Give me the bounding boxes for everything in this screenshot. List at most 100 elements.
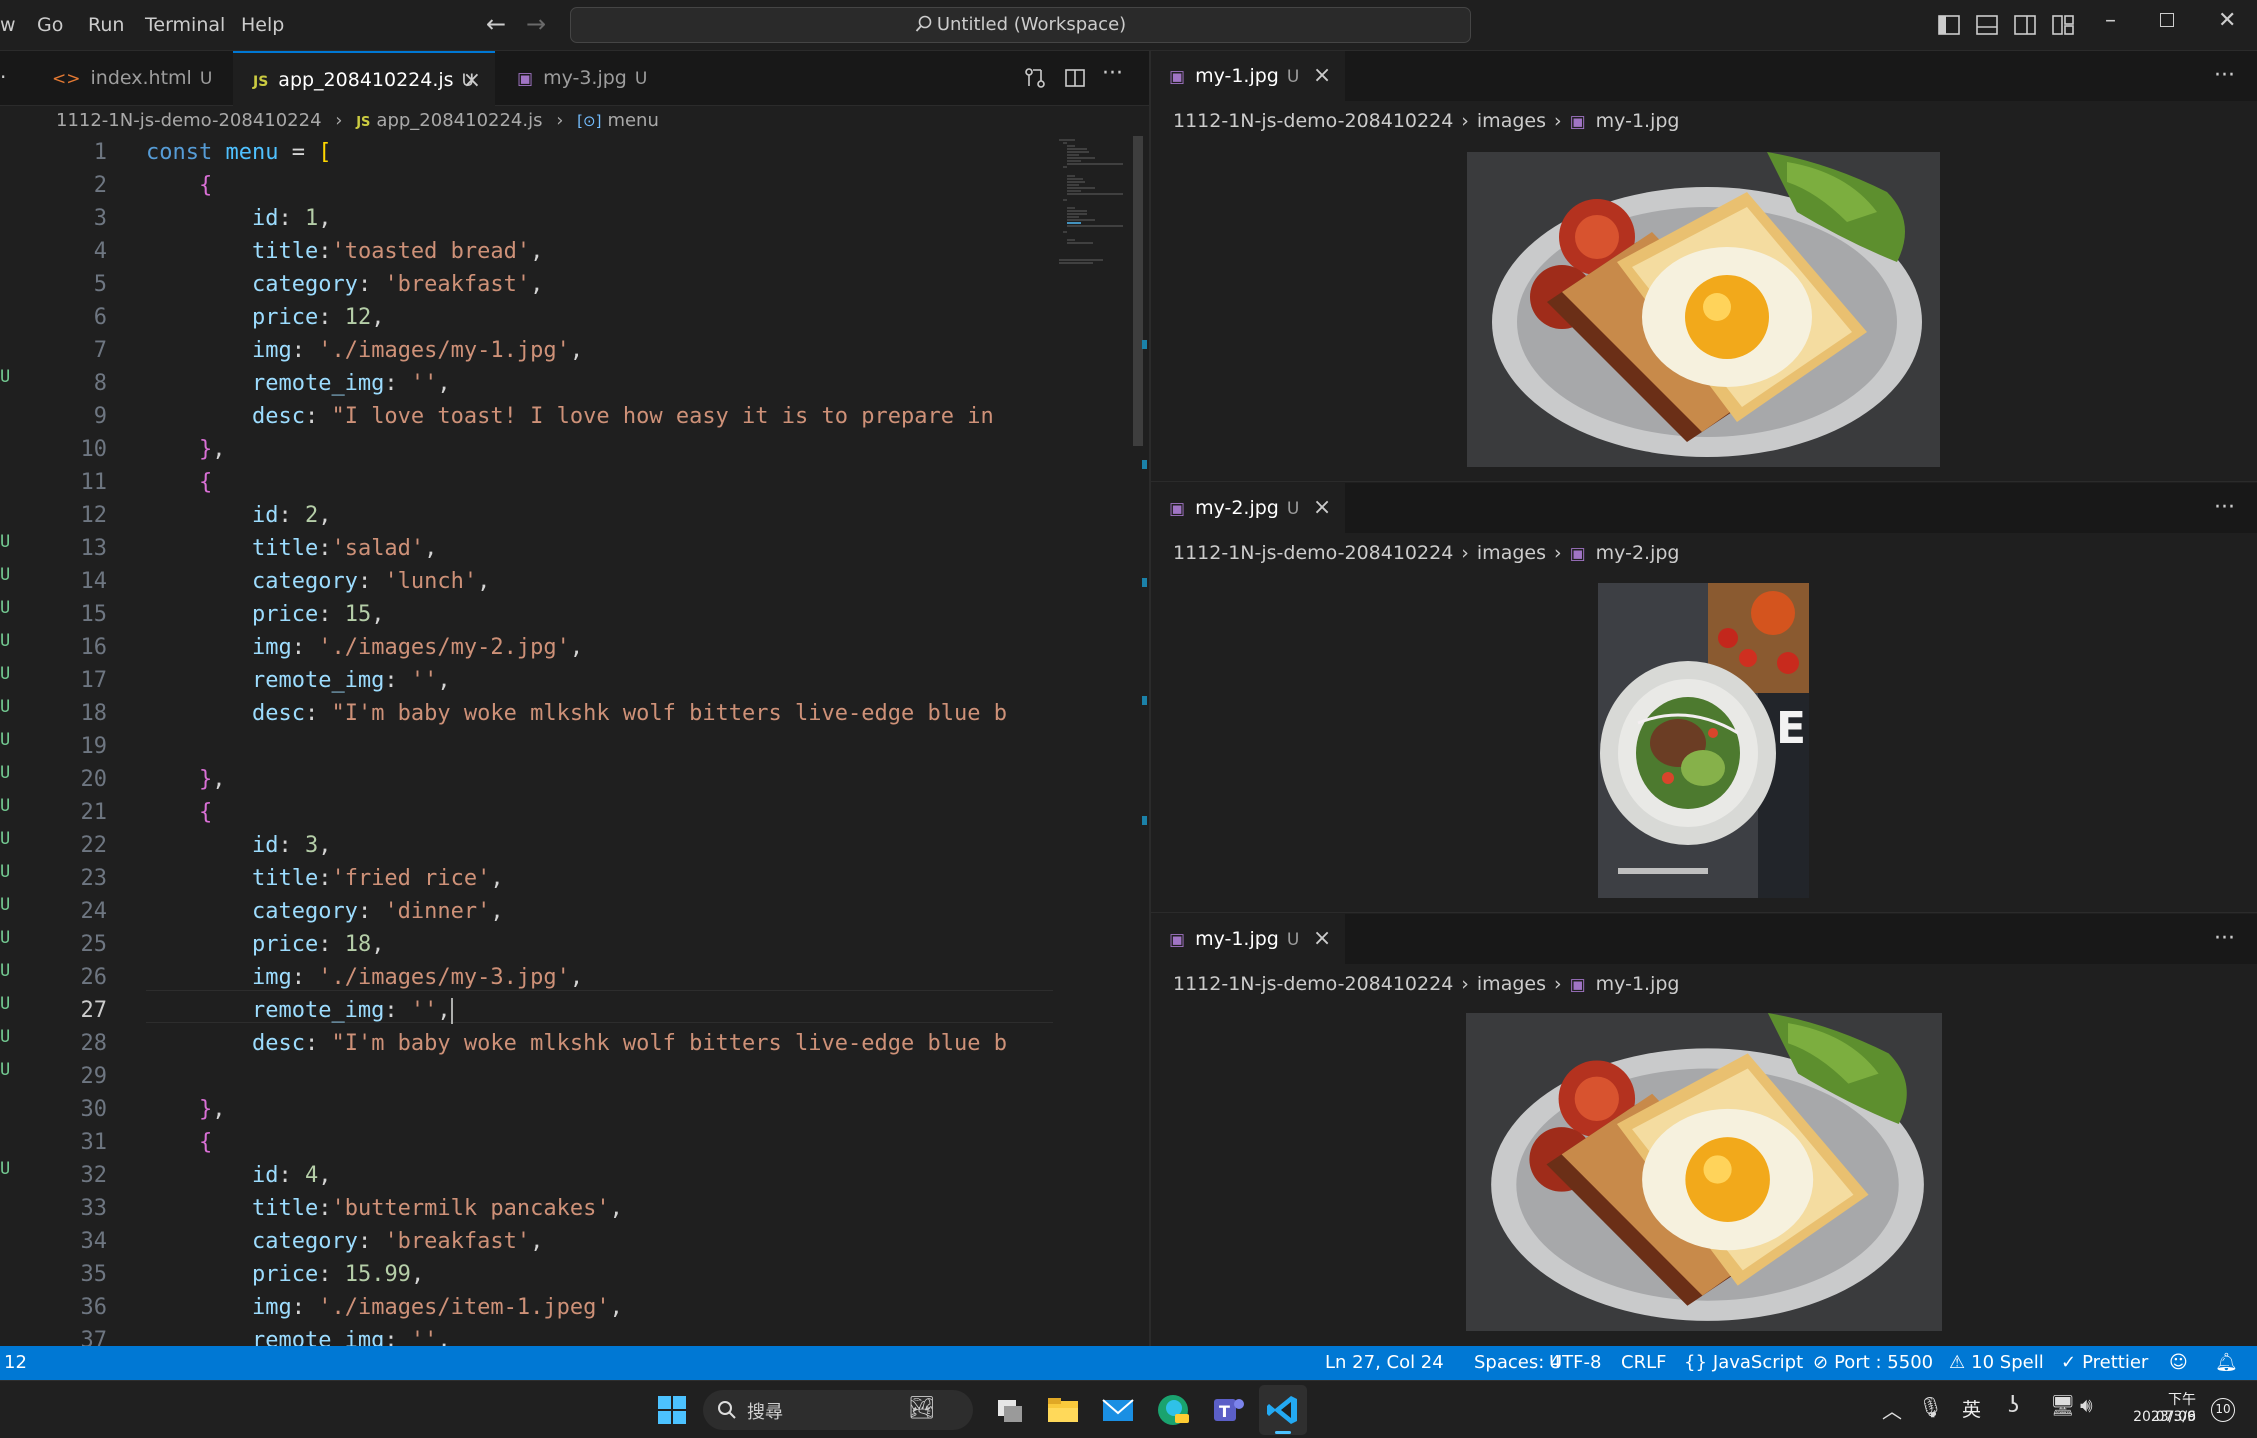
- file-explorer-icon[interactable]: [1043, 1390, 1083, 1430]
- code-line[interactable]: price: 18,: [146, 928, 384, 961]
- taskbar-date[interactable]: 2023/3/9: [2126, 1409, 2196, 1425]
- more-actions-icon[interactable]: ···: [1102, 61, 1123, 86]
- task-view-icon[interactable]: [990, 1390, 1030, 1430]
- code-line[interactable]: id: 3,: [146, 829, 332, 862]
- command-center[interactable]: Untitled (Workspace): [570, 7, 1471, 43]
- close-tab-icon[interactable]: ×: [1313, 51, 1331, 101]
- feedback-icon[interactable]: ☺: [2169, 1346, 2188, 1380]
- microphone-muted-icon[interactable]: 🎙︎: [1918, 1395, 1943, 1419]
- code-line[interactable]: {: [146, 796, 212, 829]
- status-live-server[interactable]: ⊘ Port : 5500: [1813, 1346, 1933, 1380]
- open-changes-icon[interactable]: [1023, 66, 1047, 90]
- code-line[interactable]: remote_img: '',: [146, 994, 451, 1027]
- code-line[interactable]: id: 2,: [146, 499, 332, 532]
- more-dots-icon[interactable]: ·: [0, 65, 6, 89]
- windows-start-icon[interactable]: [652, 1390, 692, 1430]
- breadcrumb-subfolder[interactable]: images: [1477, 110, 1546, 132]
- breadcrumb-symbol[interactable]: menu: [607, 110, 658, 131]
- status-problems-count[interactable]: 12: [4, 1346, 27, 1380]
- status-cursor-position[interactable]: Ln 27, Col 24: [1325, 1346, 1444, 1380]
- ime-indicator[interactable]: 英: [1962, 1395, 1981, 1422]
- minimize-icon[interactable]: –: [2105, 8, 2116, 33]
- toggle-panel-icon[interactable]: [1974, 12, 2000, 38]
- vertical-scrollbar[interactable]: [1133, 136, 1147, 1346]
- code-line[interactable]: remote_img: '',: [146, 664, 451, 697]
- split-editor-icon[interactable]: [1063, 66, 1087, 90]
- code-line[interactable]: const menu = [: [146, 136, 331, 169]
- code-line[interactable]: desc: "I love toast! I love how easy it …: [146, 400, 994, 433]
- breadcrumb-subfolder[interactable]: images: [1477, 542, 1546, 564]
- breadcrumb-folder[interactable]: 1112-1N-js-demo-208410224: [1173, 973, 1453, 995]
- breadcrumb-folder[interactable]: 1112-1N-js-demo-208410224: [1173, 542, 1453, 564]
- code-line[interactable]: category: 'lunch',: [146, 565, 490, 598]
- close-tab-icon[interactable]: ×: [1313, 483, 1331, 533]
- code-line[interactable]: category: 'breakfast',: [146, 268, 543, 301]
- minimap[interactable]: [1053, 136, 1133, 1346]
- code-line[interactable]: price: 15.99,: [146, 1258, 424, 1291]
- code-line[interactable]: {: [146, 1126, 212, 1159]
- chevron-up-icon[interactable]: ︿: [1882, 1395, 1902, 1424]
- close-tab-icon[interactable]: ×: [1313, 914, 1331, 964]
- code-line[interactable]: remote_img: '',: [146, 1324, 451, 1346]
- taskbar-search-box[interactable]: 搜尋 🏞︎: [703, 1390, 973, 1430]
- code-line[interactable]: id: 4,: [146, 1159, 332, 1192]
- code-line[interactable]: img: './images/my-3.jpg',: [146, 961, 583, 994]
- network-icon[interactable]: 🖥︎: [2050, 1393, 2075, 1417]
- breadcrumb-file[interactable]: app_208410224.js: [376, 110, 542, 131]
- code-line[interactable]: {: [146, 169, 212, 202]
- vscode-taskbar-button[interactable]: [1259, 1385, 1307, 1435]
- code-line[interactable]: remote_img: '',: [146, 367, 451, 400]
- code-line[interactable]: {: [146, 466, 212, 499]
- scrollbar-thumb[interactable]: [1133, 136, 1143, 446]
- more-actions-icon[interactable]: ···: [2214, 63, 2235, 88]
- code-line[interactable]: title:'fried rice',: [146, 862, 504, 895]
- code-line[interactable]: img: './images/my-2.jpg',: [146, 631, 583, 664]
- status-eol[interactable]: CRLF: [1621, 1346, 1666, 1380]
- teams-icon[interactable]: T: [1208, 1390, 1248, 1430]
- menu-terminal[interactable]: Terminal: [145, 13, 225, 37]
- notifications-bell-icon[interactable]: 🔔︎: [2215, 1346, 2238, 1380]
- breadcrumb-subfolder[interactable]: images: [1477, 973, 1546, 995]
- code-line[interactable]: price: 12,: [146, 301, 384, 334]
- code-line[interactable]: },: [146, 763, 226, 796]
- close-window-icon[interactable]: ✕: [2218, 8, 2236, 33]
- menu-view[interactable]: w: [0, 13, 16, 37]
- breadcrumb-file[interactable]: my-1.jpg: [1596, 973, 1680, 995]
- mail-icon[interactable]: [1098, 1390, 1138, 1430]
- code-line[interactable]: title:'salad',: [146, 532, 437, 565]
- code-line[interactable]: },: [146, 433, 226, 466]
- toggle-secondary-sidebar-icon[interactable]: [2012, 12, 2038, 38]
- forward-arrow-icon[interactable]: →: [526, 10, 546, 38]
- menu-go[interactable]: Go: [37, 13, 63, 37]
- code-editor[interactable]: 1 const menu = [2 {3 id: 1, 4 title:'toast…: [33, 136, 1053, 1346]
- menu-help[interactable]: Help: [241, 13, 284, 37]
- code-line[interactable]: desc: "I'm baby woke mlkshk wolf bitters…: [146, 697, 1007, 730]
- code-line[interactable]: },: [146, 1093, 226, 1126]
- code-line[interactable]: title:'buttermilk pancakes',: [146, 1192, 623, 1225]
- code-line[interactable]: price: 15,: [146, 598, 384, 631]
- customize-layout-icon[interactable]: [2050, 12, 2076, 38]
- ime-mode-icon[interactable]: ʖ: [2008, 1393, 2019, 1418]
- tab-index-html[interactable]: <> index.html U: [32, 51, 232, 106]
- status-spell[interactable]: ⚠ 10 Spell: [1949, 1346, 2044, 1380]
- tab-my-3-jpg[interactable]: ▣ my-3.jpg U: [497, 51, 683, 106]
- toggle-primary-sidebar-icon[interactable]: [1936, 12, 1962, 38]
- code-line[interactable]: desc: "I'm baby woke mlkshk wolf bitters…: [146, 1027, 1007, 1060]
- status-prettier[interactable]: ✓ Prettier: [2061, 1346, 2148, 1380]
- tab-my-1-jpg[interactable]: ▣ my-1.jpg U ×: [1151, 914, 1346, 964]
- more-actions-icon[interactable]: ···: [2214, 926, 2235, 951]
- code-line[interactable]: category: 'breakfast',: [146, 1225, 543, 1258]
- code-line[interactable]: img: './images/my-1.jpg',: [146, 334, 583, 367]
- breadcrumb-folder[interactable]: 1112-1N-js-demo-208410224: [1173, 110, 1453, 132]
- notification-count-badge[interactable]: 10: [2211, 1398, 2235, 1422]
- menu-run[interactable]: Run: [88, 13, 124, 37]
- close-tab-icon[interactable]: ×: [463, 53, 481, 108]
- code-line[interactable]: id: 1,: [146, 202, 332, 235]
- back-arrow-icon[interactable]: ←: [486, 10, 506, 38]
- status-language[interactable]: {} JavaScript: [1684, 1346, 1803, 1380]
- breadcrumb-file[interactable]: my-1.jpg: [1596, 110, 1680, 132]
- breadcrumb-folder[interactable]: 1112-1N-js-demo-208410224: [56, 110, 322, 131]
- code-line[interactable]: category: 'dinner',: [146, 895, 504, 928]
- status-encoding[interactable]: UTF-8: [1549, 1346, 1601, 1380]
- code-line[interactable]: img: './images/item-1.jpeg',: [146, 1291, 623, 1324]
